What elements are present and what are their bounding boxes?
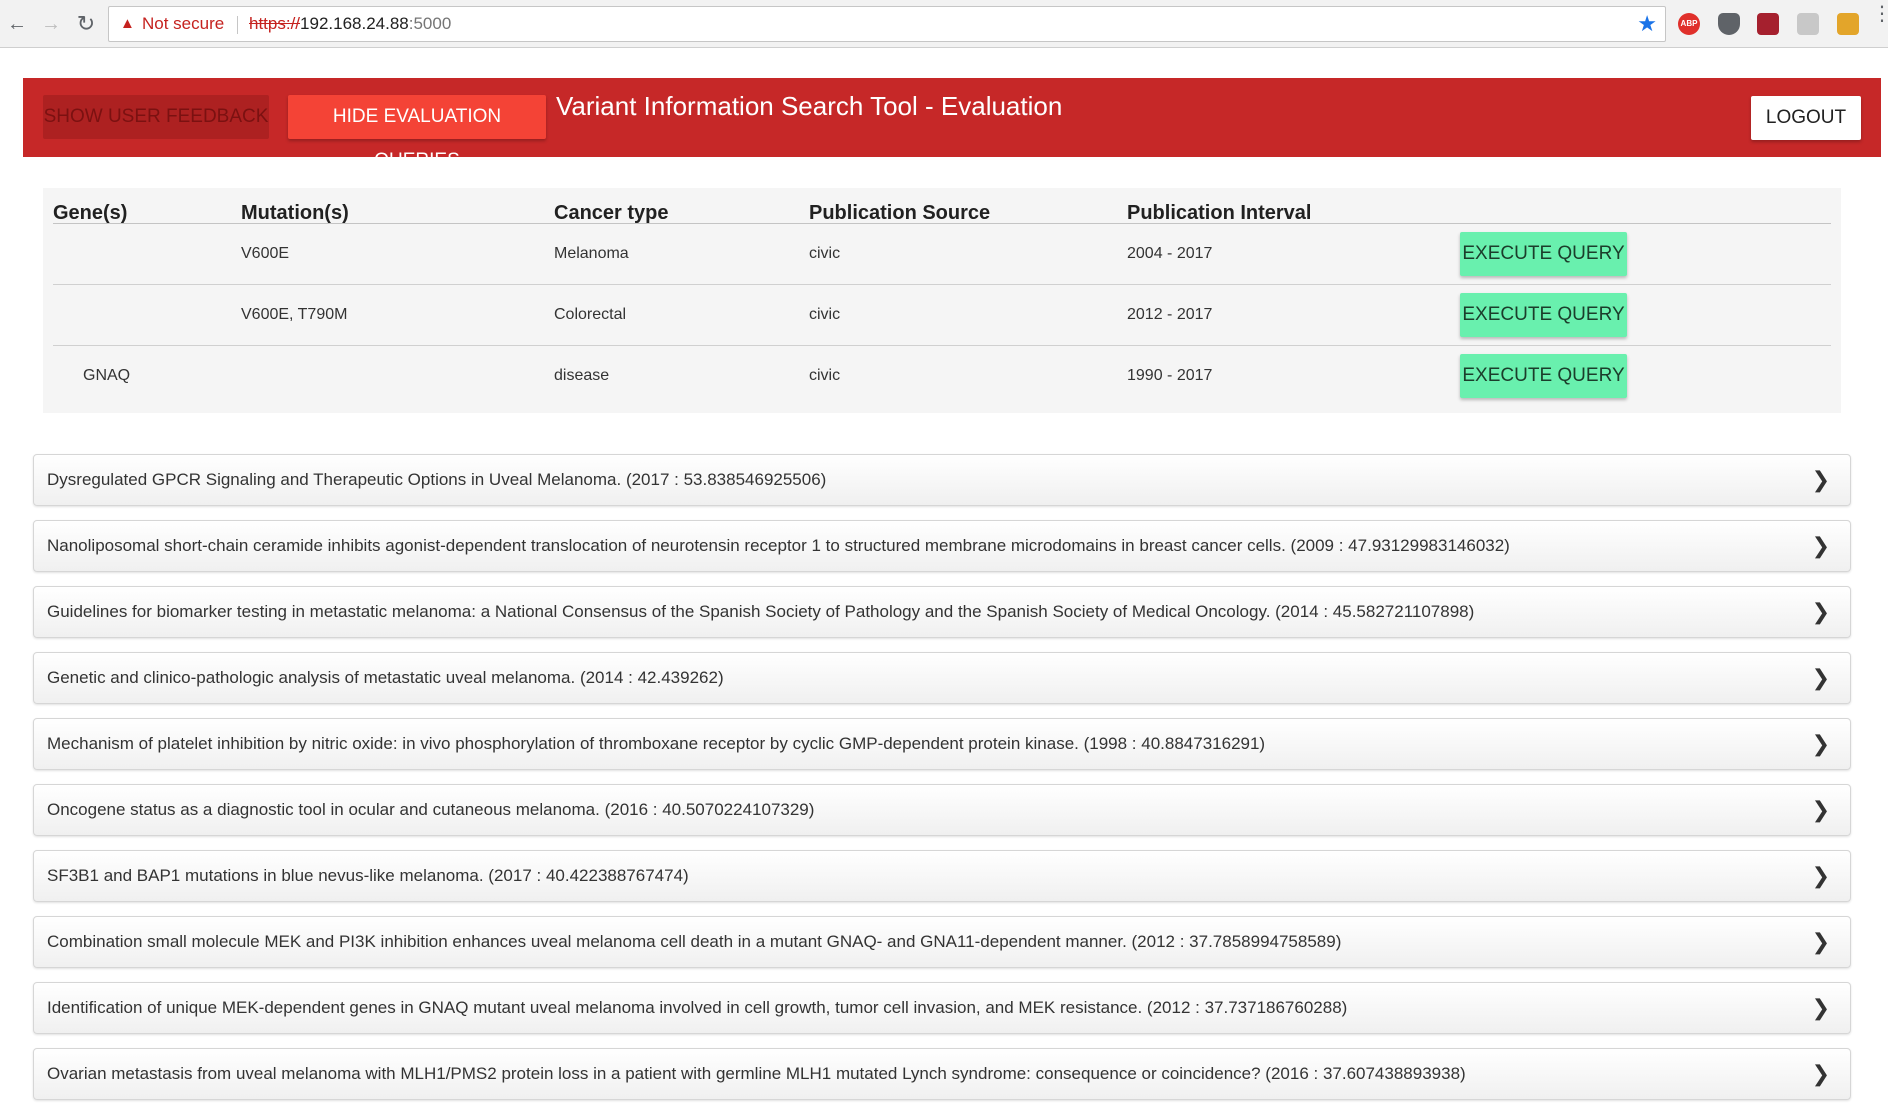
table-row: V600E, T790M Colorectal civic 2012 - 201… (53, 285, 1831, 346)
publication-interval-cell: 2004 - 2017 (1127, 245, 1213, 262)
chevron-right-icon[interactable]: ❯ (1812, 983, 1830, 1033)
publication-source-cell: civic (809, 306, 841, 323)
url-host: 192.168.24.88 (300, 14, 409, 33)
result-title: Nanoliposomal short-chain ceramide inhib… (47, 536, 1510, 555)
extension-icon[interactable] (1837, 13, 1859, 35)
chevron-right-icon[interactable]: ❯ (1812, 851, 1830, 901)
column-header-mutations: Mutation(s) (241, 202, 349, 224)
app-header: SHOW USER FEEDBACK HIDE EVALUATION QUERI… (23, 78, 1881, 171)
result-item[interactable]: Oncogene status as a diagnostic tool in … (33, 784, 1851, 836)
execute-query-button[interactable]: EXECUTE QUERY (1460, 293, 1627, 337)
result-item[interactable]: Guidelines for biomarker testing in meta… (33, 586, 1851, 638)
table-header: Gene(s) Mutation(s) Cancer type Publicat… (53, 194, 1831, 224)
hide-evaluation-queries-button[interactable]: HIDE EVALUATION QUERIES (288, 95, 546, 171)
evaluation-queries-table: Gene(s) Mutation(s) Cancer type Publicat… (43, 188, 1841, 413)
chevron-right-icon[interactable]: ❯ (1812, 521, 1830, 571)
browser-menu-icon[interactable]: ⋮ (1872, 4, 1888, 24)
url-port: :5000 (408, 14, 452, 33)
chevron-right-icon[interactable]: ❯ (1812, 455, 1830, 505)
result-item[interactable]: Ovarian metastasis from uveal melanoma w… (33, 1048, 1851, 1100)
page-title: Variant Information Search Tool - Evalua… (556, 91, 1063, 121)
mendeley-extension-icon[interactable] (1757, 13, 1779, 35)
browser-toolbar: ← → ↻ ▲ Not secure https://192.168.24.88… (0, 0, 1888, 48)
url-scheme: https:// (249, 14, 301, 33)
result-title: Ovarian metastasis from uveal melanoma w… (47, 1064, 1466, 1083)
result-title: Genetic and clinico-pathologic analysis … (47, 668, 724, 687)
result-item[interactable]: Combination small molecule MEK and PI3K … (33, 916, 1851, 968)
result-item[interactable]: Dysregulated GPCR Signaling and Therapeu… (33, 454, 1851, 506)
reader-extension-icon[interactable] (1797, 13, 1819, 35)
cancer-type-cell: Colorectal (554, 306, 627, 323)
chevron-right-icon[interactable]: ❯ (1812, 587, 1830, 637)
bookmark-star-icon[interactable]: ★ (1637, 7, 1657, 41)
adblock-extension-icon[interactable]: ABP (1678, 13, 1700, 35)
publication-interval-cell: 1990 - 2017 (1127, 367, 1213, 384)
forward-arrow-icon[interactable]: → (38, 11, 64, 37)
chevron-right-icon[interactable]: ❯ (1812, 1049, 1830, 1099)
result-item[interactable]: Nanoliposomal short-chain ceramide inhib… (33, 520, 1851, 572)
result-title: Identification of unique MEK-dependent g… (47, 998, 1348, 1017)
chevron-right-icon[interactable]: ❯ (1812, 653, 1830, 703)
result-title: Mechanism of platelet inhibition by nitr… (47, 734, 1266, 753)
back-arrow-icon[interactable]: ← (4, 11, 30, 37)
column-header-publication-source: Publication Source (809, 202, 991, 224)
publication-source-cell: civic (809, 367, 841, 384)
result-title: Combination small molecule MEK and PI3K … (47, 932, 1342, 951)
address-separator (237, 16, 238, 34)
security-label[interactable]: Not secure (142, 7, 224, 41)
result-title: Guidelines for biomarker testing in meta… (47, 602, 1475, 621)
result-item[interactable]: Genetic and clinico-pathologic analysis … (33, 652, 1851, 704)
address-bar[interactable]: ▲ Not secure https://192.168.24.88:5000 … (108, 6, 1666, 42)
result-item[interactable]: Identification of unique MEK-dependent g… (33, 982, 1851, 1034)
pocket-extension-icon[interactable] (1718, 13, 1740, 35)
column-header-genes: Gene(s) (53, 202, 128, 224)
chevron-right-icon[interactable]: ❯ (1812, 785, 1830, 835)
logout-button[interactable]: LOGOUT (1751, 96, 1861, 140)
chevron-right-icon[interactable]: ❯ (1812, 719, 1830, 769)
url-text[interactable]: https://192.168.24.88:5000 (249, 7, 451, 41)
mutation-cell: V600E (241, 245, 290, 262)
execute-query-button[interactable]: EXECUTE QUERY (1460, 232, 1627, 276)
warning-icon: ▲ (120, 15, 135, 32)
chevron-right-icon[interactable]: ❯ (1812, 917, 1830, 967)
mutation-cell: V600E, T790M (241, 306, 348, 323)
result-title: Oncogene status as a diagnostic tool in … (47, 800, 815, 819)
cancer-type-cell: disease (554, 367, 610, 384)
result-title: SF3B1 and BAP1 mutations in blue nevus-l… (47, 866, 689, 885)
execute-query-button[interactable]: EXECUTE QUERY (1460, 354, 1627, 398)
column-header-cancer-type: Cancer type (554, 202, 669, 224)
publication-interval-cell: 2012 - 2017 (1127, 306, 1213, 323)
gene-cell: GNAQ (83, 367, 131, 384)
table-row: GNAQ disease civic 1990 - 2017 EXECUTE Q… (53, 346, 1831, 407)
cancer-type-cell: Melanoma (554, 245, 629, 262)
result-item[interactable]: SF3B1 and BAP1 mutations in blue nevus-l… (33, 850, 1851, 902)
table-row: V600E Melanoma civic 2004 - 2017 EXECUTE… (53, 224, 1831, 285)
result-title: Dysregulated GPCR Signaling and Therapeu… (47, 470, 827, 489)
publication-source-cell: civic (809, 245, 841, 262)
show-user-feedback-button[interactable]: SHOW USER FEEDBACK (43, 95, 269, 139)
column-header-publication-interval: Publication Interval (1127, 202, 1312, 224)
result-item[interactable]: Mechanism of platelet inhibition by nitr… (33, 718, 1851, 770)
reload-icon[interactable]: ↻ (73, 11, 99, 37)
